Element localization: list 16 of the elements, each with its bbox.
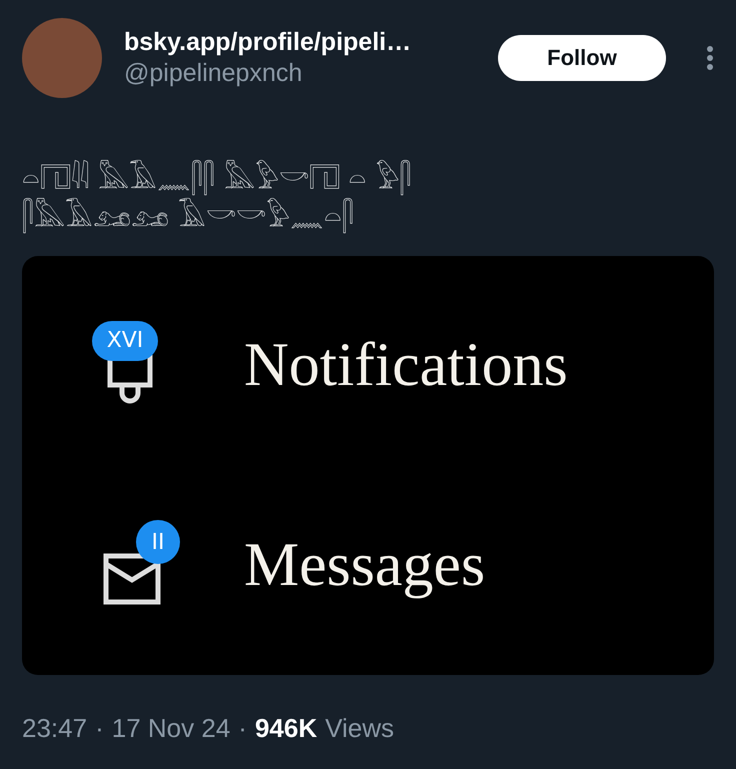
separator-dot: · [238, 713, 247, 744]
more-options-icon[interactable] [706, 45, 714, 71]
profile-name[interactable]: bsky.app/profile/pipeli… [124, 28, 476, 57]
profile-handle[interactable]: @pipelinepxnch [124, 59, 476, 88]
follow-button[interactable]: Follow [498, 35, 666, 81]
menu-label: Messages [244, 530, 486, 601]
menu-label: Notifications [244, 330, 568, 402]
post-time: 23:47 [22, 713, 88, 744]
post-text: 𓏏𓉔𓇌 𓅓𓄿𓈖𓋴𓋴 𓅓𓅱𓎡𓉔 𓏏 𓅱𓋴 [22, 160, 413, 198]
post-date: 17 Nov 24 [112, 713, 230, 744]
separator-dot: · [95, 713, 104, 744]
post-text: 𓋴𓅓𓄿𓃭𓃭 𓄿𓎡𓎡𓅱𓈖𓏏𓋴 [22, 198, 355, 236]
count-badge: II [136, 520, 180, 564]
count-badge: XVI [92, 320, 158, 361]
views-label: Views [325, 713, 394, 744]
views-count: 946K [254, 713, 318, 744]
